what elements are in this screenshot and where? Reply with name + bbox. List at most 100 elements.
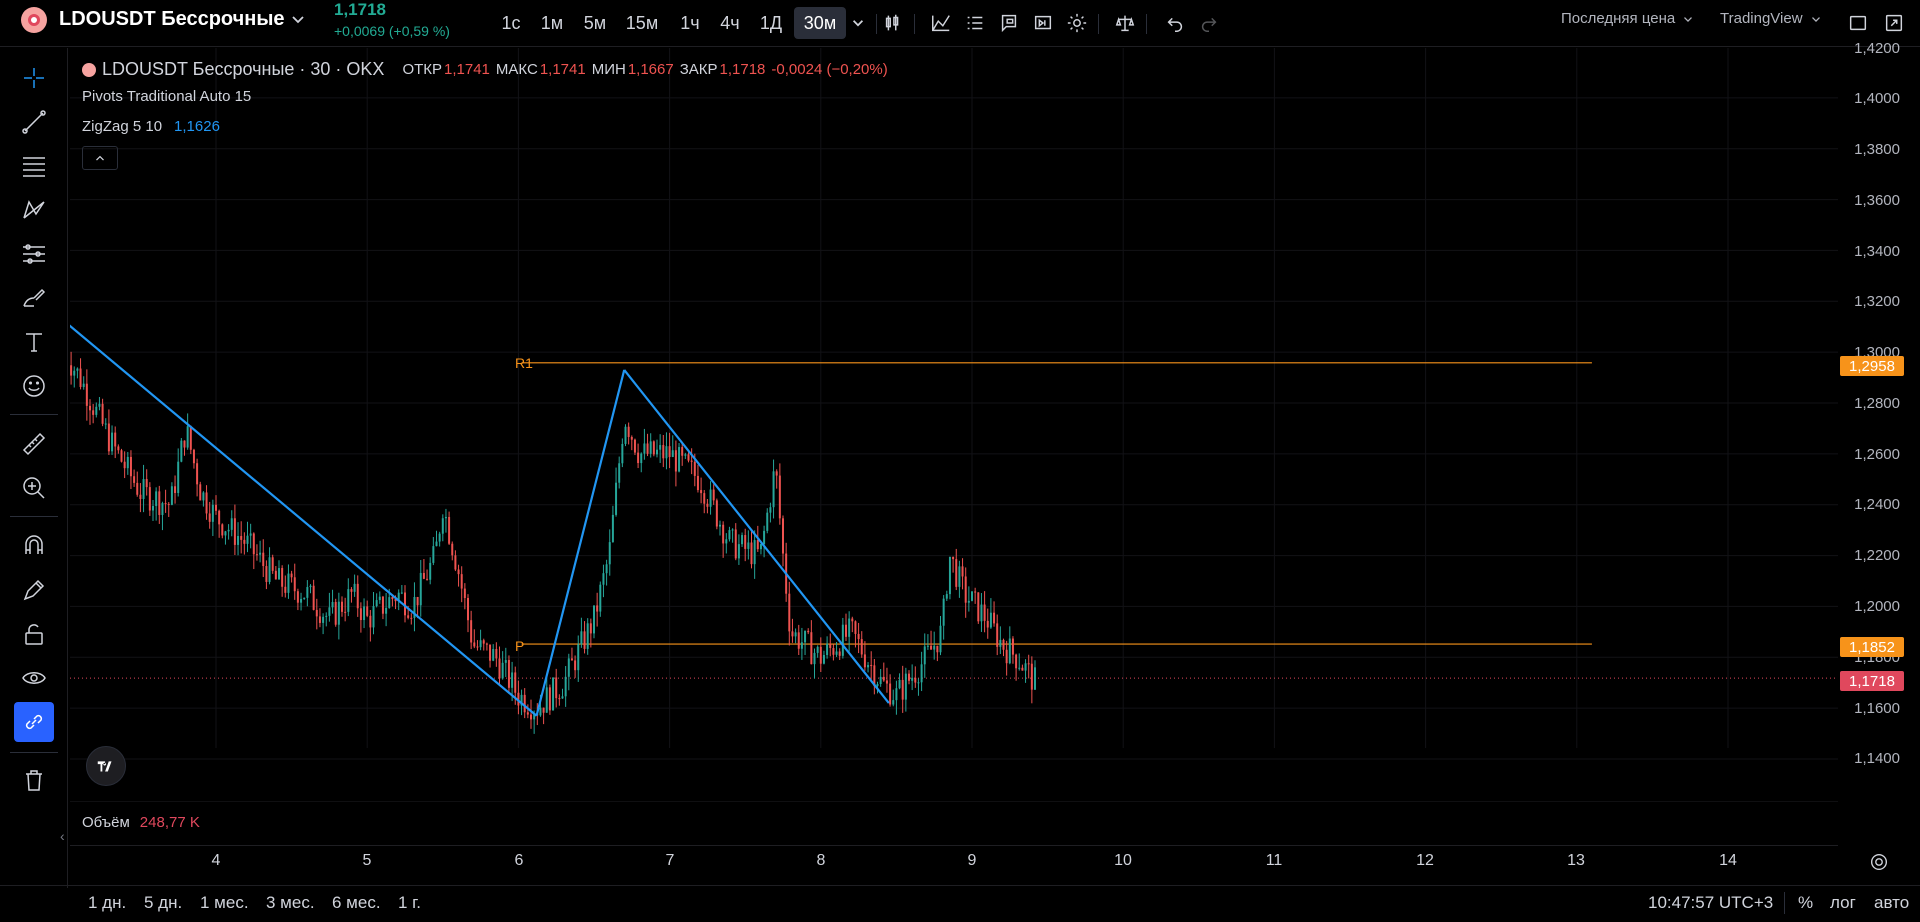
chart-pane[interactable] [70, 48, 1838, 802]
range-6m[interactable]: 6 мес. [332, 893, 381, 913]
chevron-down-icon[interactable] [288, 9, 308, 29]
gear-icon[interactable] [1062, 8, 1092, 38]
candle-body [750, 542, 753, 565]
auto-scale-button[interactable]: авто [1874, 893, 1909, 913]
candle-body [715, 500, 718, 527]
candle-body [986, 620, 989, 628]
tradingview-logo[interactable] [86, 746, 126, 786]
indicator-templates-icon[interactable] [960, 8, 990, 38]
data-source-selector[interactable]: TradingView [1720, 10, 1823, 27]
candle-body [259, 552, 262, 555]
candle-body [879, 676, 882, 684]
prediction-icon[interactable] [14, 234, 54, 274]
clock[interactable]: 10:47:57 UTC+3 [1648, 893, 1773, 913]
candle-body [107, 423, 110, 452]
interval-5m[interactable]: 5м [578, 7, 612, 39]
interval-1m[interactable]: 1м [536, 7, 568, 39]
legend-title[interactable]: LDOUSDT Бессрочные · 30 · OKX [102, 59, 384, 80]
emoji-icon[interactable] [14, 366, 54, 406]
candle-body [120, 450, 123, 462]
candle-body [492, 649, 495, 661]
eye-icon[interactable] [14, 658, 54, 698]
candle-body [350, 589, 353, 592]
percent-scale-button[interactable]: % [1798, 893, 1813, 913]
alert-icon[interactable] [994, 8, 1024, 38]
collapse-legend-button[interactable] [82, 146, 118, 170]
range-1m[interactable]: 1 мес. [200, 893, 249, 913]
candle-body [857, 633, 860, 640]
undo-icon[interactable] [1160, 8, 1190, 38]
interval-1h[interactable]: 1ч [674, 7, 706, 39]
trash-icon[interactable] [14, 760, 54, 800]
trendline-icon[interactable] [14, 102, 54, 142]
fib-retracement-icon[interactable] [14, 146, 54, 186]
candle-body [378, 596, 381, 601]
interval-4h[interactable]: 4ч [714, 7, 746, 39]
magnet-icon[interactable] [14, 526, 54, 566]
volume-legend[interactable]: Объём 248,77 K [82, 814, 200, 831]
chart-canvas[interactable] [70, 48, 1838, 802]
ruler-icon[interactable] [14, 424, 54, 464]
chart-settings-gear-icon[interactable] [1868, 851, 1892, 875]
candle-body [882, 676, 885, 681]
range-1d[interactable]: 1 дн. [88, 893, 126, 913]
interval-chevron-icon[interactable] [844, 8, 872, 38]
replay-icon[interactable] [1028, 8, 1058, 38]
candle-body [958, 566, 961, 587]
lock-icon[interactable] [14, 614, 54, 654]
candle-body [243, 539, 246, 544]
fullscreen-icon[interactable] [1843, 8, 1873, 38]
candle-body [435, 541, 438, 547]
stay-in-drawing-icon[interactable] [14, 570, 54, 610]
candle-body [961, 566, 964, 577]
candle-body [123, 461, 126, 469]
date-tick: 8 [816, 852, 826, 869]
candle-body [593, 605, 595, 634]
range-1y[interactable]: 1 г. [398, 893, 421, 913]
candle-body [668, 446, 671, 458]
brush-icon[interactable] [14, 278, 54, 318]
text-icon[interactable] [14, 322, 54, 362]
candle-body [1021, 667, 1024, 671]
candle-body [429, 562, 432, 580]
indicators-icon[interactable] [926, 8, 956, 38]
pivot-r1-label: R1 [515, 355, 533, 371]
candle-body [227, 529, 230, 532]
interval-1s[interactable]: 1с [496, 7, 526, 39]
zigzag-legend[interactable]: ZigZag 5 10 1,1626 [82, 118, 220, 135]
crosshair-icon[interactable] [14, 58, 54, 98]
interval-15m[interactable]: 15м [620, 7, 664, 39]
interval-1d[interactable]: 1Д [754, 7, 788, 39]
candle-body [996, 623, 999, 647]
candle-body [706, 503, 709, 507]
candle-body [347, 589, 350, 612]
candle-body [920, 664, 923, 683]
candles-icon[interactable] [878, 8, 908, 38]
pattern-icon[interactable] [14, 190, 54, 230]
price-tick: 1,2800 [1854, 395, 1900, 412]
zoom-in-icon[interactable] [14, 468, 54, 508]
symbol-name[interactable]: LDOUSDT Бессрочные [59, 8, 285, 31]
candle-body [542, 707, 545, 713]
candle-body [1005, 649, 1008, 664]
price-tick: 1,1600 [1854, 700, 1900, 717]
candle-body [284, 586, 287, 593]
candle-body [722, 524, 725, 544]
compare-scales-icon[interactable] [1110, 8, 1140, 38]
redo-icon[interactable] [1194, 8, 1224, 38]
range-5d[interactable]: 5 дн. [144, 893, 182, 913]
log-scale-button[interactable]: лог [1830, 893, 1856, 913]
expand-icon[interactable] [1879, 8, 1909, 38]
link-icon[interactable] [14, 702, 54, 742]
range-3m[interactable]: 3 мес. [266, 893, 315, 913]
candle-body [189, 426, 192, 450]
price-type-selector[interactable]: Последняя цена [1561, 10, 1695, 27]
candle-body [952, 556, 955, 560]
interval-30m[interactable]: 30м [794, 7, 846, 39]
candle-body [813, 652, 816, 665]
candle-body [794, 632, 797, 637]
legend-low: 1,1667 [627, 61, 674, 78]
collapse-toolbar-icon[interactable]: ‹ [60, 828, 65, 844]
candle-body [73, 370, 76, 376]
pivots-legend[interactable]: Pivots Traditional Auto 15 [82, 88, 251, 105]
